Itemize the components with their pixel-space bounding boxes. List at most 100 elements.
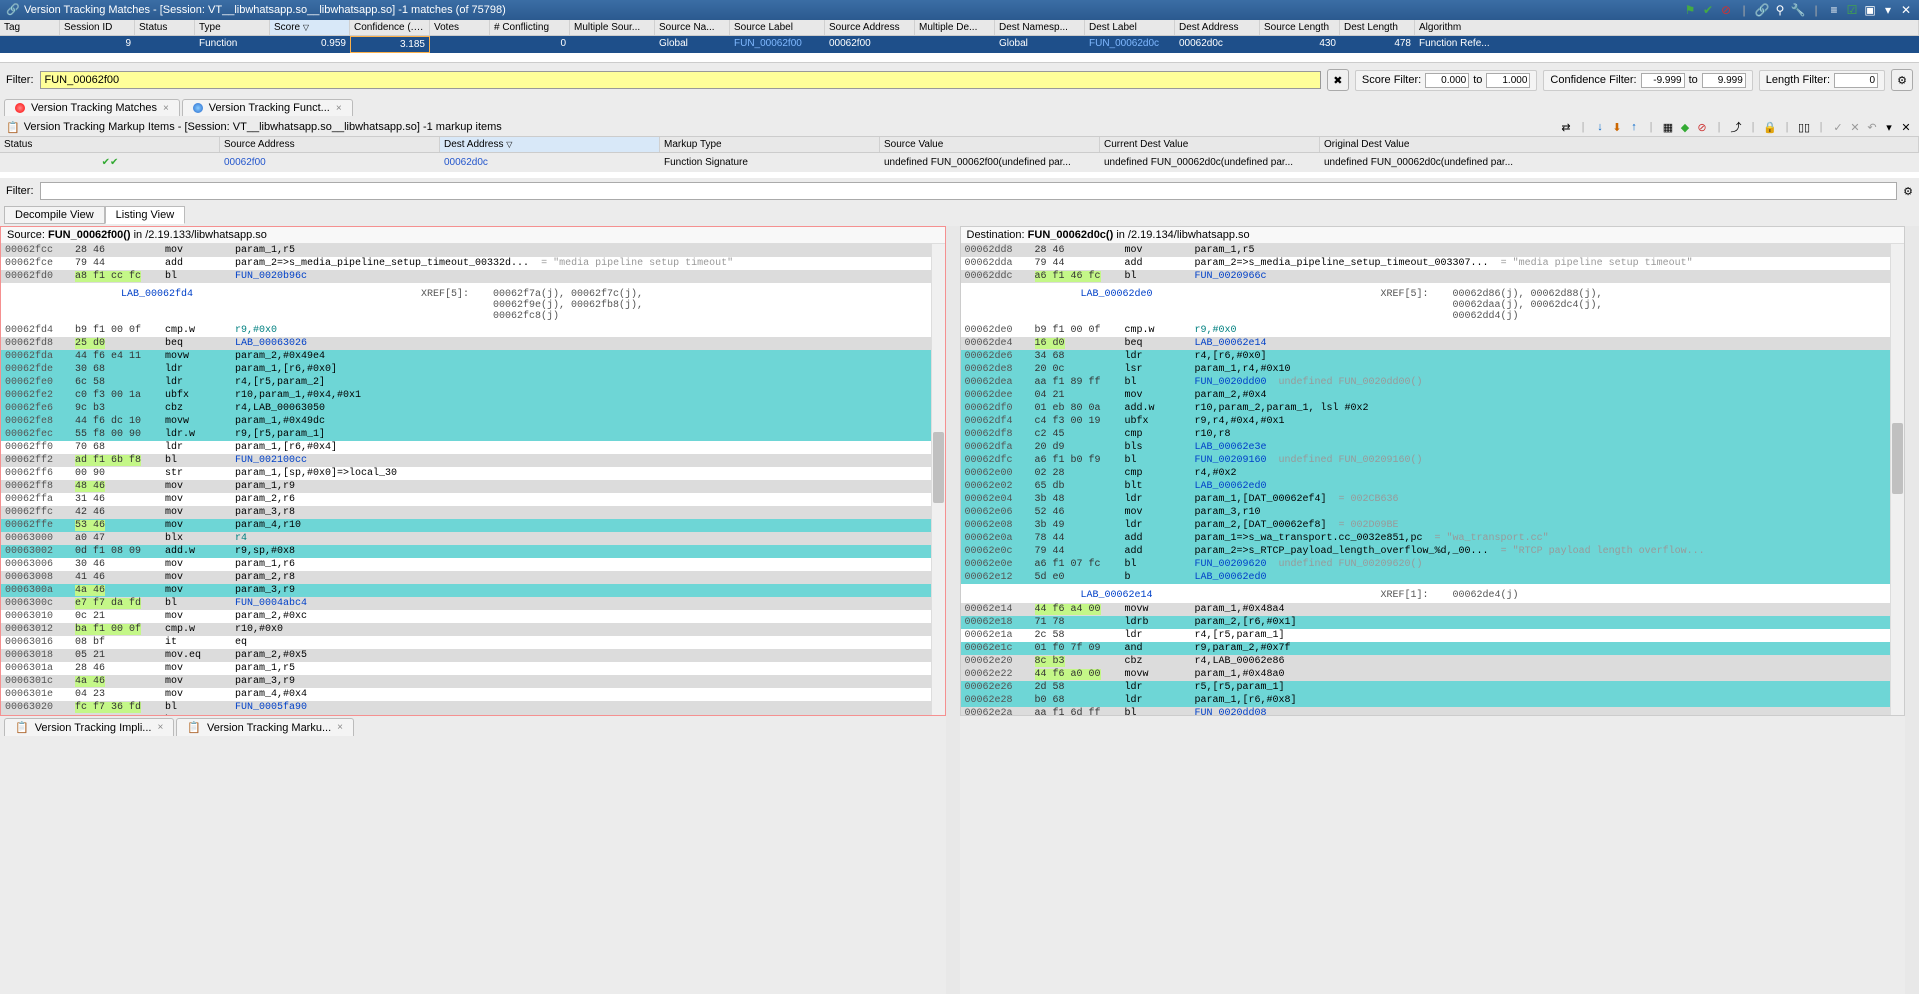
tab-decompile[interactable]: Decompile View <box>4 206 105 224</box>
check-icon[interactable]: ✓ <box>1831 120 1845 134</box>
markup-row[interactable]: ✔✔ 00062f00 00062d0c Function Signature … <box>0 153 1919 172</box>
col-srclabel[interactable]: Source Label <box>730 20 825 35</box>
overview-ruler[interactable] <box>1905 226 1919 994</box>
markup-titlebar: 📋 Version Tracking Markup Items - [Sessi… <box>0 118 1919 137</box>
col-type[interactable]: Type <box>195 20 270 35</box>
col-status[interactable]: Status <box>135 20 195 35</box>
sep: | <box>1737 3 1751 17</box>
col-score[interactable]: Score ▽ <box>270 20 350 35</box>
arrow-down-icon[interactable]: ↓ <box>1593 120 1607 134</box>
overview-ruler[interactable] <box>946 226 960 994</box>
col-srcns[interactable]: Source Na... <box>655 20 730 35</box>
filter-bar: Filter: ✖ Score Filter: to Confidence Fi… <box>0 63 1919 97</box>
filter-icon[interactable]: ⚲ <box>1773 3 1787 17</box>
conf-to[interactable] <box>1702 73 1746 88</box>
col-dstaddr[interactable]: Dest Address ▽ <box>440 137 660 152</box>
col-conf[interactable]: Confidence (... ▽ <box>350 20 430 35</box>
sep: | <box>1712 120 1726 134</box>
menu-icon[interactable]: ▾ <box>1882 120 1896 134</box>
col-srcval[interactable]: Source Value <box>880 137 1100 152</box>
stop-icon[interactable]: ⊘ <box>1719 3 1733 17</box>
col-srcaddr[interactable]: Source Address <box>220 137 440 152</box>
box-icon[interactable]: ▦ <box>1661 120 1675 134</box>
col-conflict[interactable]: # Conflicting <box>490 20 570 35</box>
close-icon[interactable]: × <box>336 103 342 114</box>
box-icon[interactable]: ▣ <box>1863 3 1877 17</box>
col-type[interactable]: Markup Type <box>660 137 880 152</box>
source-header: Source: FUN_00062f00() in /2.19.133/libw… <box>1 227 945 244</box>
lock-icon[interactable]: 🔒 <box>1763 120 1777 134</box>
col-mdst[interactable]: Multiple De... <box>915 20 995 35</box>
matches-title: Version Tracking Matches - [Session: VT_… <box>24 4 1683 16</box>
col-msrc[interactable]: Multiple Sour... <box>570 20 655 35</box>
nav-icon[interactable]: ⇄ <box>1559 120 1573 134</box>
dest-pane: Destination: FUN_00062d0c() in /2.19.134… <box>960 226 1906 716</box>
col-status[interactable]: Status <box>0 137 220 152</box>
close-icon[interactable]: ✕ <box>1899 3 1913 17</box>
col-dstaddr[interactable]: Dest Address <box>1175 20 1260 35</box>
list-icon[interactable]: ≡ <box>1827 3 1841 17</box>
col-algo[interactable]: Algorithm <box>1415 20 1919 35</box>
close-icon[interactable]: ✕ <box>1899 120 1913 134</box>
scrollbar[interactable] <box>1890 244 1904 715</box>
col-srclen[interactable]: Source Length <box>1260 20 1340 35</box>
markup-toolbar: ⇄ | ↓ ⬇ ↑ | ▦ ◆ ⊘ | ⤴ | 🔒 | ▯▯ | ✓ ✕ ↶ ▾… <box>1559 120 1913 134</box>
col-curdst[interactable]: Current Dest Value <box>1100 137 1320 152</box>
close-icon[interactable]: × <box>163 103 169 114</box>
wrench-icon[interactable]: 🔧 <box>1791 3 1805 17</box>
filter-input[interactable] <box>40 71 1321 89</box>
bookmark-icon[interactable]: ⬇ <box>1610 120 1624 134</box>
markup-filter-input[interactable] <box>40 182 1898 200</box>
matches-row[interactable]: 9 Function 0.959 3.185 0 Global FUN_0006… <box>0 36 1919 53</box>
len-val[interactable] <box>1834 73 1878 88</box>
sep: | <box>1644 120 1658 134</box>
col-dstns[interactable]: Dest Namesp... <box>995 20 1085 35</box>
close-icon[interactable]: × <box>337 722 343 733</box>
sep2: | <box>1809 3 1823 17</box>
tab-functions[interactable]: Version Tracking Funct...× <box>182 99 353 116</box>
col-tag[interactable]: Tag <box>0 20 60 35</box>
x-icon[interactable]: ✕ <box>1848 120 1862 134</box>
score-from[interactable] <box>1425 73 1469 88</box>
titlebar-icons: ⚑ ✔ ⊘ | 🔗 ⚲ 🔧 | ≡ ☑ ▣ ▾ ✕ <box>1683 3 1913 17</box>
tab-listing[interactable]: Listing View <box>105 206 186 224</box>
check-icon[interactable]: ✔ <box>1701 3 1715 17</box>
listing-container: Source: FUN_00062f00() in /2.19.133/libw… <box>0 226 1919 716</box>
markup-filter-bar: Filter: ⚙ <box>0 178 1919 204</box>
score-filter-box: Score Filter: to <box>1355 70 1537 91</box>
source-listing[interactable]: 00062fcc28 46movparam_1,r500062fce79 44a… <box>1 244 945 715</box>
check2-icon[interactable]: ☑ <box>1845 3 1859 17</box>
col-votes[interactable]: Votes <box>430 20 490 35</box>
close-icon[interactable]: × <box>157 722 163 733</box>
col-dstlabel[interactable]: Dest Label <box>1085 20 1175 35</box>
stop-icon[interactable]: ⊘ <box>1695 120 1709 134</box>
tab-markup[interactable]: 📋Version Tracking Marku...× <box>176 718 354 736</box>
col-session[interactable]: Session ID <box>60 20 135 35</box>
status-icon: ✔✔ <box>0 155 220 170</box>
col-dstlen[interactable]: Dest Length <box>1340 20 1415 35</box>
arrow-up-icon[interactable]: ↑ <box>1627 120 1641 134</box>
filter-settings-icon[interactable]: ⚙ <box>1903 185 1913 198</box>
dest-listing[interactable]: 00062dd828 46movparam_1,r500062dda79 44a… <box>961 244 1905 715</box>
layout-icon[interactable]: ▯▯ <box>1797 120 1811 134</box>
source-pane: Source: FUN_00062f00() in /2.19.133/libw… <box>0 226 946 716</box>
col-srcaddr[interactable]: Source Address <box>825 20 915 35</box>
matches-titlebar: 🔗 Version Tracking Matches - [Session: V… <box>0 0 1919 20</box>
tab-matches[interactable]: Version Tracking Matches× <box>4 99 180 116</box>
menu-icon[interactable]: ▾ <box>1881 3 1895 17</box>
bottom-tabs: 📋Version Tracking Impli...× 📋Version Tra… <box>0 716 1919 738</box>
conf-from[interactable] <box>1641 73 1685 88</box>
filter-clear-icon[interactable]: ✖ <box>1327 69 1349 91</box>
sep: | <box>1814 120 1828 134</box>
out-icon[interactable]: ⤴ <box>1729 120 1743 134</box>
scrollbar[interactable] <box>931 244 945 715</box>
play-icon[interactable]: ◆ <box>1678 120 1692 134</box>
col-origdst[interactable]: Original Dest Value <box>1320 137 1919 152</box>
undo-icon[interactable]: ↶ <box>1865 120 1879 134</box>
flag-icon[interactable]: ⚑ <box>1683 3 1697 17</box>
score-to[interactable] <box>1486 73 1530 88</box>
link-icon[interactable]: 🔗 <box>1755 3 1769 17</box>
sep: | <box>1746 120 1760 134</box>
filter-settings-icon[interactable]: ⚙ <box>1891 69 1913 91</box>
tab-implied[interactable]: 📋Version Tracking Impli...× <box>4 718 174 736</box>
